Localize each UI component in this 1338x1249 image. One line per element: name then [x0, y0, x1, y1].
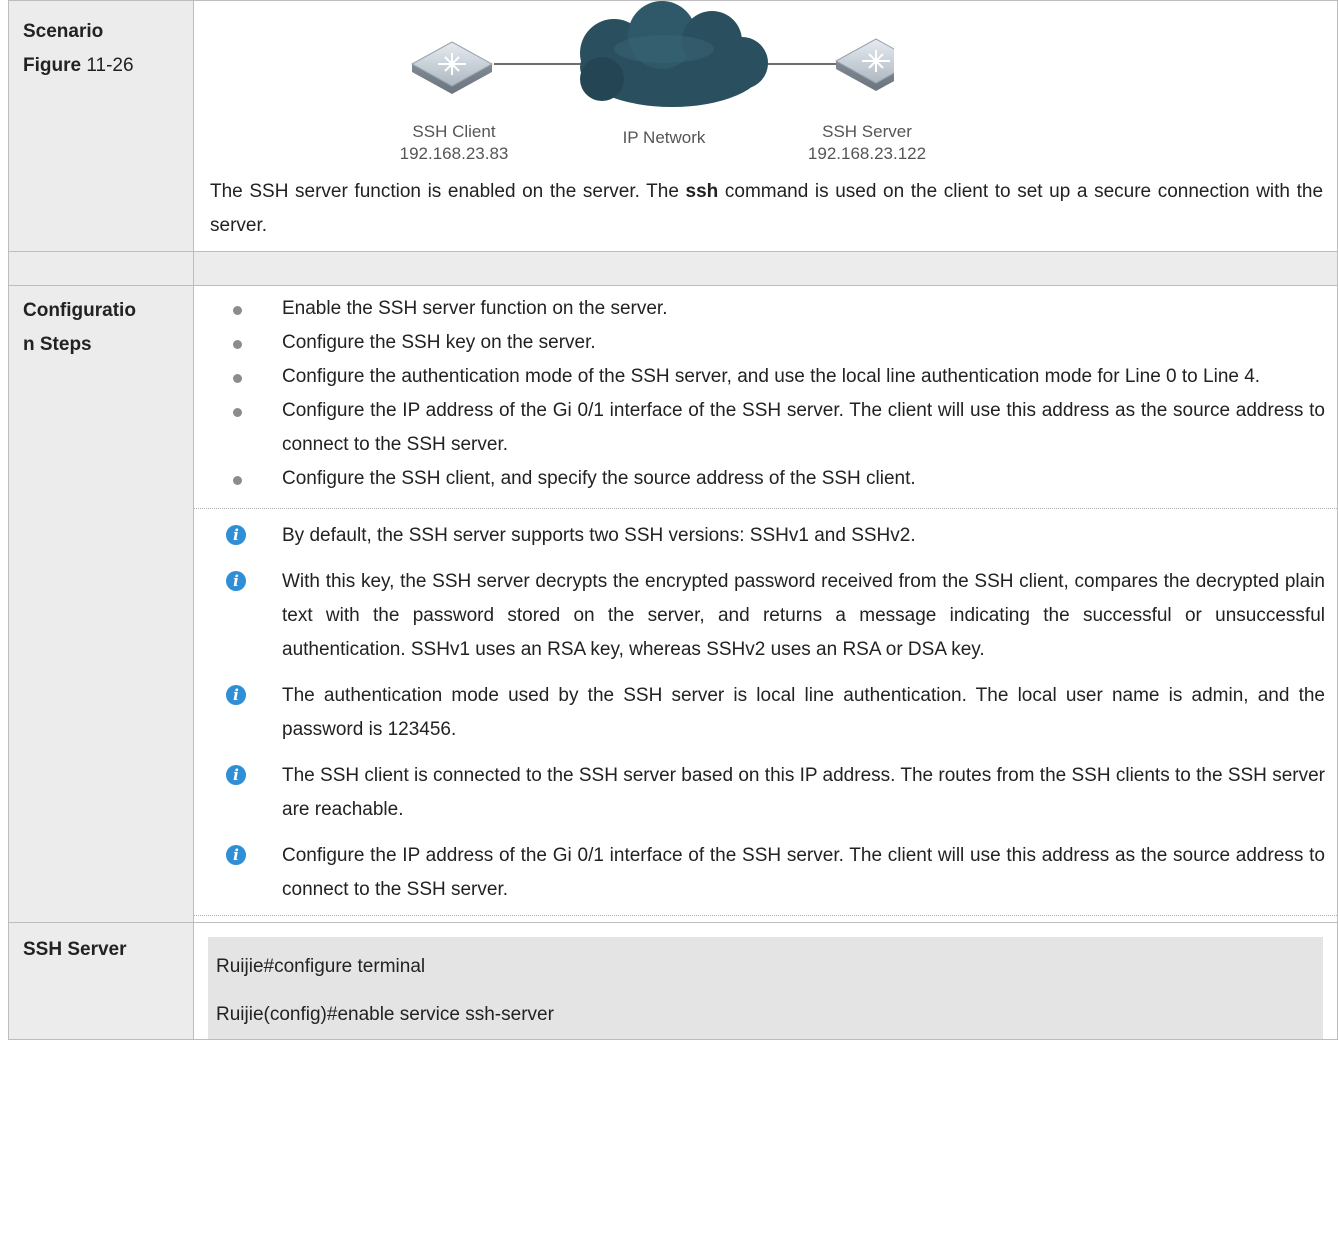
- server-label: SSH Server 192.168.23.122: [792, 121, 942, 165]
- config-steps-row: Configuratio n Steps Enable the SSH serv…: [8, 285, 1338, 923]
- info-icon: i: [226, 525, 246, 545]
- code-line: Ruijie#configure terminal: [216, 956, 426, 977]
- bullet-icon: [233, 340, 242, 349]
- client-ip: 192.168.23.83: [399, 144, 509, 163]
- scenario-description: The SSH server function is enabled on th…: [210, 181, 1324, 236]
- client-switch-icon: [410, 41, 494, 94]
- server-name: SSH Server: [822, 122, 912, 141]
- empty-content-cell: [193, 251, 1338, 286]
- ssh-server-label-cell: SSH Server: [8, 922, 194, 1040]
- info-icon: i: [226, 571, 246, 591]
- server-switch-icon: [834, 38, 894, 91]
- scenario-label-cell: Scenario Figure 11-26: [8, 0, 194, 252]
- bullet-icon: [233, 408, 242, 417]
- ssh-server-row: SSH Server Ruijie#configure terminal Rui…: [8, 922, 1338, 1040]
- code-block: Ruijie#configure terminal Ruijie(config)…: [208, 937, 1323, 1039]
- bullet-icon: [233, 476, 242, 485]
- figure-label: Figure 11-26: [23, 55, 134, 76]
- network-name: IP Network: [622, 128, 706, 147]
- ssh-server-label: SSH Server: [23, 939, 127, 960]
- bullet-icon: [233, 306, 242, 315]
- note-item: i The authentication mode used by the SSH…: [210, 679, 1325, 747]
- info-icon: i: [226, 845, 246, 865]
- scenario-label: Scenario: [23, 21, 104, 42]
- code-line: Ruijie(config)#enable service ssh-server: [216, 1004, 554, 1025]
- server-ip: 192.168.23.122: [807, 144, 927, 163]
- info-icon: i: [226, 765, 246, 785]
- note-item: i Configure the IP address of the Gi 0/1 …: [210, 839, 1325, 907]
- ip-network-cloud-icon: [580, 1, 768, 107]
- scenario-row: Scenario Figure 11-26 SSH Client 192.168…: [8, 0, 1338, 252]
- bullet-icon: [233, 374, 242, 383]
- step-item: Configure the SSH client, and specify th…: [210, 462, 1325, 496]
- notes-block: i By default, the SSH server supports two…: [194, 508, 1337, 916]
- ssh-server-content-cell: Ruijie#configure terminal Ruijie(config)…: [193, 922, 1338, 1040]
- config-steps-label-line1: Configuratio: [23, 300, 136, 321]
- network-diagram: SSH Client 192.168.23.83 IP Network SSH …: [194, 1, 1337, 175]
- info-icon: i: [226, 685, 246, 705]
- topology-graphic: [410, 1, 894, 107]
- step-item: Configure the IP address of the Gi 0/1 i…: [210, 394, 1325, 462]
- step-item: Enable the SSH server function on the se…: [210, 292, 1325, 326]
- step-item: Configure the SSH key on the server.: [210, 326, 1325, 360]
- empty-label-cell: [8, 251, 194, 286]
- configuration-table: Scenario Figure 11-26 SSH Client 192.168…: [8, 0, 1338, 1040]
- scenario-content-cell: SSH Client 192.168.23.83 IP Network SSH …: [193, 0, 1338, 252]
- note-item: i With this key, the SSH server decrypts …: [210, 565, 1325, 667]
- config-steps-content-cell: Enable the SSH server function on the se…: [193, 285, 1338, 923]
- steps-list: Enable the SSH server function on the se…: [194, 286, 1337, 508]
- note-item: i By default, the SSH server supports two…: [210, 519, 1325, 553]
- client-name: SSH Client: [412, 122, 496, 141]
- step-item: Configure the authentication mode of the…: [210, 360, 1325, 394]
- note-item: i The SSH client is connected to the SSH …: [210, 759, 1325, 827]
- empty-row: [8, 251, 1338, 286]
- config-steps-label-cell: Configuratio n Steps: [8, 285, 194, 923]
- config-steps-label-line2: n Steps: [23, 334, 92, 355]
- client-label: SSH Client 192.168.23.83: [389, 121, 519, 165]
